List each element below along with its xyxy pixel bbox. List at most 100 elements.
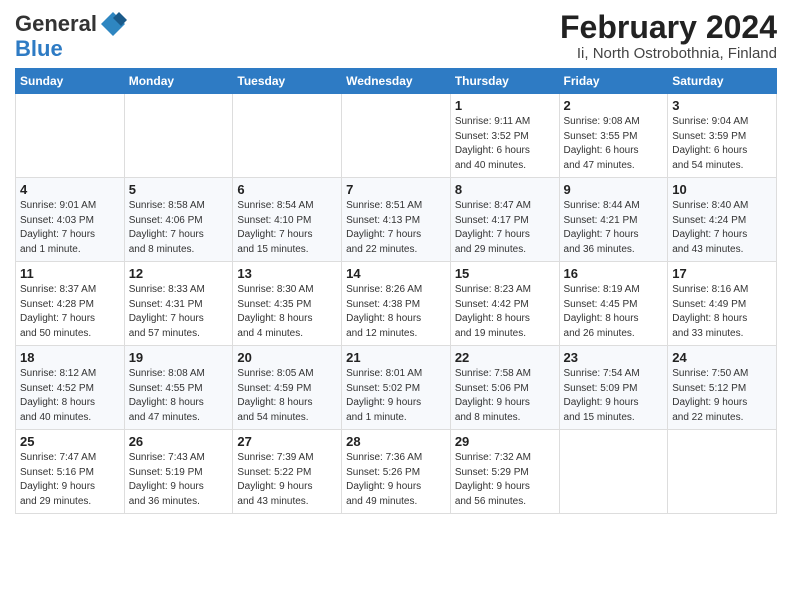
calendar-week-3: 11Sunrise: 8:37 AM Sunset: 4:28 PM Dayli… [16,262,777,346]
logo-general: General [15,13,97,35]
day-number: 6 [237,182,337,197]
calendar-cell: 26 Sunrise: 7:43 AM Sunset: 5:19 PM Dayli… [124,430,233,514]
calendar-cell: 16 Sunrise: 8:19 AM Sunset: 4:45 PM Dayli… [559,262,668,346]
day-number: 3 [672,98,772,113]
day-info: Sunrise: 8:44 AM Sunset: 4:21 PM Dayligh… [564,199,664,257]
calendar-cell: 10 Sunrise: 8:40 AM Sunset: 4:24 PM Dayli… [668,178,777,262]
calendar-cell: 9Sunrise: 8:44 AM Sunset: 4:21 PM Daylig… [559,178,668,262]
day-number: 5 [129,182,229,197]
location-subtitle: Ii, North Ostrobothnia, Finland [560,45,777,62]
calendar-cell: 27 Sunrise: 7:39 AM Sunset: 5:22 PM Dayli… [233,430,342,514]
calendar-week-1: 1 Sunrise: 9:11 AM Sunset: 3:52 PM Daylig… [16,94,777,178]
calendar-cell: 7 Sunrise: 8:51 AM Sunset: 4:13 PM Daylig… [342,178,451,262]
day-info: Sunrise: 8:40 AM Sunset: 4:24 PM Dayligh… [672,199,772,257]
day-info: Sunrise: 7:58 AM Sunset: 5:06 PM Dayligh… [455,367,555,425]
day-info: Sunrise: 7:54 AM Sunset: 5:09 PM Dayligh… [564,367,664,425]
day-number: 10 [672,182,772,197]
calendar-cell: 17Sunrise: 8:16 AM Sunset: 4:49 PM Dayli… [668,262,777,346]
calendar-cell: 13Sunrise: 8:30 AM Sunset: 4:35 PM Dayli… [233,262,342,346]
header-day-sunday: Sunday [16,69,125,94]
calendar-week-4: 18 Sunrise: 8:12 AM Sunset: 4:52 PM Dayli… [16,346,777,430]
header-day-saturday: Saturday [668,69,777,94]
calendar-cell: 29Sunrise: 7:32 AM Sunset: 5:29 PM Dayli… [450,430,559,514]
day-number: 22 [455,350,555,365]
calendar-cell [559,430,668,514]
header-day-monday: Monday [124,69,233,94]
calendar-cell: 4Sunrise: 9:01 AM Sunset: 4:03 PM Daylig… [16,178,125,262]
day-info: Sunrise: 8:26 AM Sunset: 4:38 PM Dayligh… [346,283,446,341]
day-number: 29 [455,434,555,449]
logo-icon [99,10,127,38]
calendar-cell [668,430,777,514]
day-number: 19 [129,350,229,365]
day-info: Sunrise: 7:39 AM Sunset: 5:22 PM Dayligh… [237,451,337,509]
calendar-cell: 28 Sunrise: 7:36 AM Sunset: 5:26 PM Dayli… [342,430,451,514]
calendar-cell: 21Sunrise: 8:01 AM Sunset: 5:02 PM Dayli… [342,346,451,430]
day-number: 14 [346,266,446,281]
day-number: 11 [20,266,120,281]
calendar-cell: 1 Sunrise: 9:11 AM Sunset: 3:52 PM Daylig… [450,94,559,178]
day-info: Sunrise: 7:36 AM Sunset: 5:26 PM Dayligh… [346,451,446,509]
day-info: Sunrise: 8:12 AM Sunset: 4:52 PM Dayligh… [20,367,120,425]
month-year-title: February 2024 [560,10,777,45]
calendar-cell: 23 Sunrise: 7:54 AM Sunset: 5:09 PM Dayli… [559,346,668,430]
day-info: Sunrise: 8:54 AM Sunset: 4:10 PM Dayligh… [237,199,337,257]
header: General Blue February 2024 Ii, North Ost… [15,10,777,62]
day-number: 23 [564,350,664,365]
day-number: 15 [455,266,555,281]
calendar-cell [342,94,451,178]
day-info: Sunrise: 8:19 AM Sunset: 4:45 PM Dayligh… [564,283,664,341]
day-number: 8 [455,182,555,197]
day-number: 27 [237,434,337,449]
day-number: 25 [20,434,120,449]
day-number: 17 [672,266,772,281]
day-info: Sunrise: 8:01 AM Sunset: 5:02 PM Dayligh… [346,367,446,425]
day-number: 4 [20,182,120,197]
day-info: Sunrise: 8:47 AM Sunset: 4:17 PM Dayligh… [455,199,555,257]
day-number: 2 [564,98,664,113]
calendar-table: SundayMondayTuesdayWednesdayThursdayFrid… [15,68,777,514]
day-number: 20 [237,350,337,365]
calendar-cell: 5 Sunrise: 8:58 AM Sunset: 4:06 PM Daylig… [124,178,233,262]
day-info: Sunrise: 7:47 AM Sunset: 5:16 PM Dayligh… [20,451,120,509]
logo: General Blue [15,10,127,60]
day-number: 26 [129,434,229,449]
title-section: February 2024 Ii, North Ostrobothnia, Fi… [560,10,777,62]
day-number: 28 [346,434,446,449]
calendar-cell: 24 Sunrise: 7:50 AM Sunset: 5:12 PM Dayli… [668,346,777,430]
day-number: 1 [455,98,555,113]
day-info: Sunrise: 8:58 AM Sunset: 4:06 PM Dayligh… [129,199,229,257]
calendar-cell [233,94,342,178]
header-day-wednesday: Wednesday [342,69,451,94]
day-info: Sunrise: 9:04 AM Sunset: 3:59 PM Dayligh… [672,115,772,173]
day-number: 12 [129,266,229,281]
day-number: 16 [564,266,664,281]
calendar-cell: 14 Sunrise: 8:26 AM Sunset: 4:38 PM Dayli… [342,262,451,346]
day-number: 7 [346,182,446,197]
day-info: Sunrise: 7:43 AM Sunset: 5:19 PM Dayligh… [129,451,229,509]
day-info: Sunrise: 9:11 AM Sunset: 3:52 PM Dayligh… [455,115,555,173]
header-day-tuesday: Tuesday [233,69,342,94]
day-number: 18 [20,350,120,365]
calendar-cell: 6 Sunrise: 8:54 AM Sunset: 4:10 PM Daylig… [233,178,342,262]
calendar-cell: 12 Sunrise: 8:33 AM Sunset: 4:31 PM Dayli… [124,262,233,346]
calendar-cell: 3 Sunrise: 9:04 AM Sunset: 3:59 PM Daylig… [668,94,777,178]
calendar-week-2: 4Sunrise: 9:01 AM Sunset: 4:03 PM Daylig… [16,178,777,262]
calendar-cell: 11Sunrise: 8:37 AM Sunset: 4:28 PM Dayli… [16,262,125,346]
page-container: General Blue February 2024 Ii, North Ost… [0,0,792,519]
day-info: Sunrise: 7:50 AM Sunset: 5:12 PM Dayligh… [672,367,772,425]
day-info: Sunrise: 8:23 AM Sunset: 4:42 PM Dayligh… [455,283,555,341]
calendar-cell: 22 Sunrise: 7:58 AM Sunset: 5:06 PM Dayli… [450,346,559,430]
calendar-week-5: 25 Sunrise: 7:47 AM Sunset: 5:16 PM Dayli… [16,430,777,514]
day-info: Sunrise: 8:30 AM Sunset: 4:35 PM Dayligh… [237,283,337,341]
day-info: Sunrise: 8:51 AM Sunset: 4:13 PM Dayligh… [346,199,446,257]
calendar-cell: 8 Sunrise: 8:47 AM Sunset: 4:17 PM Daylig… [450,178,559,262]
calendar-cell [16,94,125,178]
calendar-cell: 25 Sunrise: 7:47 AM Sunset: 5:16 PM Dayli… [16,430,125,514]
day-number: 24 [672,350,772,365]
logo-blue: Blue [15,38,63,60]
calendar-header-row: SundayMondayTuesdayWednesdayThursdayFrid… [16,69,777,94]
calendar-cell: 20Sunrise: 8:05 AM Sunset: 4:59 PM Dayli… [233,346,342,430]
day-info: Sunrise: 8:33 AM Sunset: 4:31 PM Dayligh… [129,283,229,341]
calendar-cell: 18 Sunrise: 8:12 AM Sunset: 4:52 PM Dayli… [16,346,125,430]
